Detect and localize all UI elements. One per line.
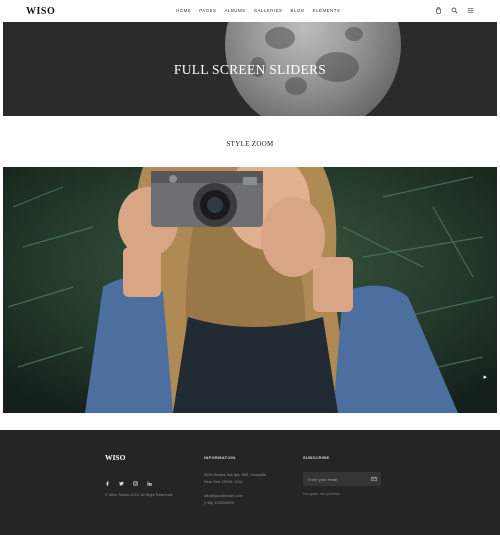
nav-galleries[interactable]: GALLERIES bbox=[254, 8, 283, 13]
linkedin-icon[interactable] bbox=[147, 481, 152, 486]
twitter-icon[interactable] bbox=[119, 481, 124, 486]
hero-title: FULL SCREEN SLIDERS bbox=[173, 62, 327, 77]
search-icon[interactable] bbox=[451, 7, 458, 14]
footer-logo[interactable]: WISO bbox=[105, 453, 125, 462]
nav-pages[interactable]: PAGES bbox=[199, 8, 216, 13]
site-logo[interactable]: WISO bbox=[26, 6, 55, 17]
section-title: STYLE ZOOM bbox=[226, 140, 274, 148]
cart-icon[interactable] bbox=[435, 7, 442, 14]
contact-email[interactable]: info@yourdomain.com bbox=[204, 493, 243, 500]
slider-image: ▸ bbox=[3, 167, 497, 413]
site-header: WISO HOME PAGES ALBUMS GALLERIES BLOG EL… bbox=[0, 0, 500, 22]
menu-icon[interactable] bbox=[467, 7, 474, 14]
information-title: INFORMATION bbox=[204, 455, 236, 460]
subscribe-title: SUBSCRIBE bbox=[303, 455, 330, 460]
photographer-photo bbox=[3, 167, 497, 413]
instagram-icon[interactable] bbox=[133, 481, 138, 486]
slider-next-arrow[interactable]: ▸ bbox=[483, 373, 487, 381]
nav-home[interactable]: HOME bbox=[176, 8, 191, 13]
address-line-2: New York 10010, USA bbox=[204, 479, 243, 484]
subscribe-note: No spam, we promise bbox=[303, 492, 340, 496]
email-input[interactable] bbox=[303, 472, 367, 486]
facebook-icon[interactable] bbox=[105, 481, 110, 486]
send-mail-icon[interactable] bbox=[371, 476, 377, 482]
hero-banner: FULL SCREEN SLIDERS bbox=[3, 22, 497, 116]
nav-albums[interactable]: ALBUMS bbox=[225, 8, 246, 13]
nav-blog[interactable]: BLOG bbox=[290, 8, 304, 13]
address-line-1: 2005 Stokes Isle Apt. 896, Venaville, bbox=[204, 472, 267, 477]
copyright-text: © Wiso Studio 2016. All Right Reserved. bbox=[105, 493, 174, 497]
nav-elements[interactable]: ELEMENTS bbox=[313, 8, 341, 13]
social-links bbox=[105, 481, 152, 486]
site-footer bbox=[0, 430, 500, 535]
main-nav: HOME PAGES ALBUMS GALLERIES BLOG ELEMENT… bbox=[176, 8, 340, 13]
header-icons bbox=[435, 7, 474, 14]
subscribe-form bbox=[303, 472, 381, 486]
contact-phone: (+68) 120034509 bbox=[204, 500, 234, 505]
